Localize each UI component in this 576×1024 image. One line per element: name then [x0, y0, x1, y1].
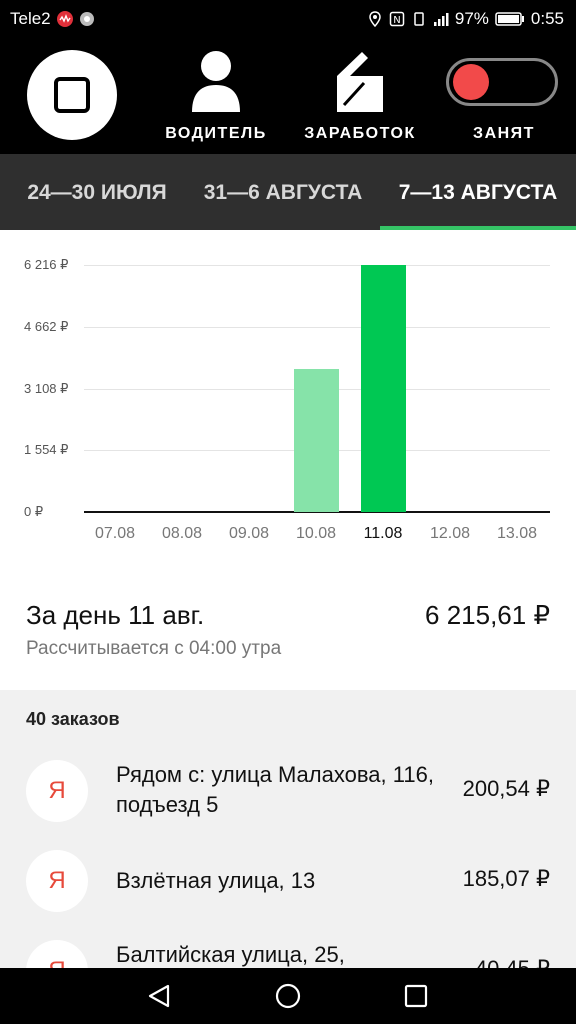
order-price: 200,54 ₽: [462, 776, 550, 801]
stop-button[interactable]: [27, 50, 117, 140]
carrier-label: Tele2: [10, 9, 51, 28]
earnings-button[interactable]: ЗАРАБОТОК: [290, 38, 430, 154]
driver-label: ВОДИТЕЛЬ: [165, 125, 267, 142]
home-icon: [275, 983, 301, 1009]
signal-icon: [433, 13, 449, 26]
wallet-icon: [337, 52, 383, 112]
svg-text:N: N: [393, 15, 400, 26]
y-tick-label: 0 ₽: [24, 504, 44, 519]
x-tick-label[interactable]: 09.08: [219, 525, 279, 543]
y-tick-label: 3 108 ₽: [24, 380, 69, 396]
back-icon: [148, 984, 170, 1008]
vibrate-icon: [414, 12, 424, 26]
battery-percent: 97%: [454, 9, 489, 28]
y-tick-label: 1 554 ₽: [24, 442, 69, 458]
gridline: [84, 326, 550, 328]
order-price: 185,07 ₽: [462, 866, 550, 891]
tab-week-1[interactable]: 24—30 ИЮЛЯ: [8, 154, 186, 230]
status-bar: Tele2 N 97% 0:55: [0, 0, 576, 38]
order-price: 40,45 ₽: [475, 956, 550, 968]
yandex-icon: Я: [26, 940, 88, 968]
x-tick-label[interactable]: 10.08: [286, 525, 346, 543]
day-title: За день 11 авг.: [26, 600, 205, 630]
x-tick-label[interactable]: 11.08: [353, 525, 413, 543]
busy-toggle[interactable]: ЗАНЯТ: [434, 38, 574, 154]
bar-10.08[interactable]: [294, 368, 339, 512]
back-button[interactable]: [142, 978, 178, 1014]
recents-button[interactable]: [398, 978, 434, 1014]
home-button[interactable]: [270, 978, 306, 1014]
x-tick-label[interactable]: 07.08: [85, 525, 145, 543]
tab-week-3[interactable]: 7—13 АВГУСТА: [380, 154, 576, 230]
y-tick-label: 6 216 ₽: [24, 257, 69, 272]
stop-icon: [54, 77, 90, 113]
y-tick-label: 4 662 ₽: [24, 318, 69, 334]
earnings-label: ЗАРАБОТОК: [304, 125, 416, 142]
yandex-icon: Я: [26, 850, 88, 912]
switch-knob: [453, 64, 489, 100]
gridline: [84, 265, 550, 266]
order-item[interactable]: Я Взлётная улица, 13 185,07 ₽: [0, 836, 576, 926]
orders-count: 40 заказов: [26, 709, 120, 729]
busy-label: ЗАНЯТ: [473, 125, 535, 142]
x-tick-label[interactable]: 12.08: [420, 525, 480, 543]
location-icon: [369, 11, 381, 27]
day-subtitle: Рассчитывается с 04:00 утра: [26, 638, 282, 659]
week-tabs: 24—30 ИЮЛЯ 31—6 АВГУСТА 7—13 АВГУСТА: [0, 154, 576, 230]
system-nav-bar: [0, 968, 576, 1024]
clock: 0:55: [530, 9, 564, 28]
recents-icon: [404, 984, 428, 1008]
nfc-icon: N: [389, 11, 405, 27]
busy-switch[interactable]: [446, 58, 558, 106]
orders-panel: 40 заказов Я Рядом с: улица Малахова, 11…: [0, 690, 576, 968]
app-header: ВОДИТЕЛЬ ЗАРАБОТОК ЗАНЯТ: [0, 38, 576, 154]
yandex-icon: Я: [26, 760, 88, 822]
bar-11.08[interactable]: [361, 265, 406, 512]
order-address: Рядом с: улица Малахова, 116, подъезд 5: [116, 762, 434, 817]
order-item[interactable]: Я Балтийская улица, 25, 40,45 ₽: [0, 926, 576, 968]
day-total: 6 215,61 ₽: [425, 600, 550, 630]
driver-icon: [192, 51, 240, 112]
order-address: Взлётная улица, 13: [116, 868, 316, 893]
app-notification-icon: [56, 11, 73, 27]
tab-week-2[interactable]: 31—6 АВГУСТА: [188, 154, 378, 230]
earnings-chart: 0 ₽ 1 554 ₽ 3 108 ₽ 4 662 ₽ 6 216 ₽ 07.08 08.0…: [0, 230, 576, 570]
driver-button[interactable]: ВОДИТЕЛЬ: [146, 38, 286, 154]
order-address: Балтийская улица, 25,: [116, 942, 345, 967]
chrome-icon: [79, 12, 94, 26]
x-tick-label[interactable]: 08.08: [152, 525, 212, 543]
x-tick-label[interactable]: 13.08: [487, 525, 547, 543]
order-item[interactable]: Я Рядом с: улица Малахова, 116, подъезд …: [0, 746, 576, 836]
battery-icon: [495, 12, 524, 26]
